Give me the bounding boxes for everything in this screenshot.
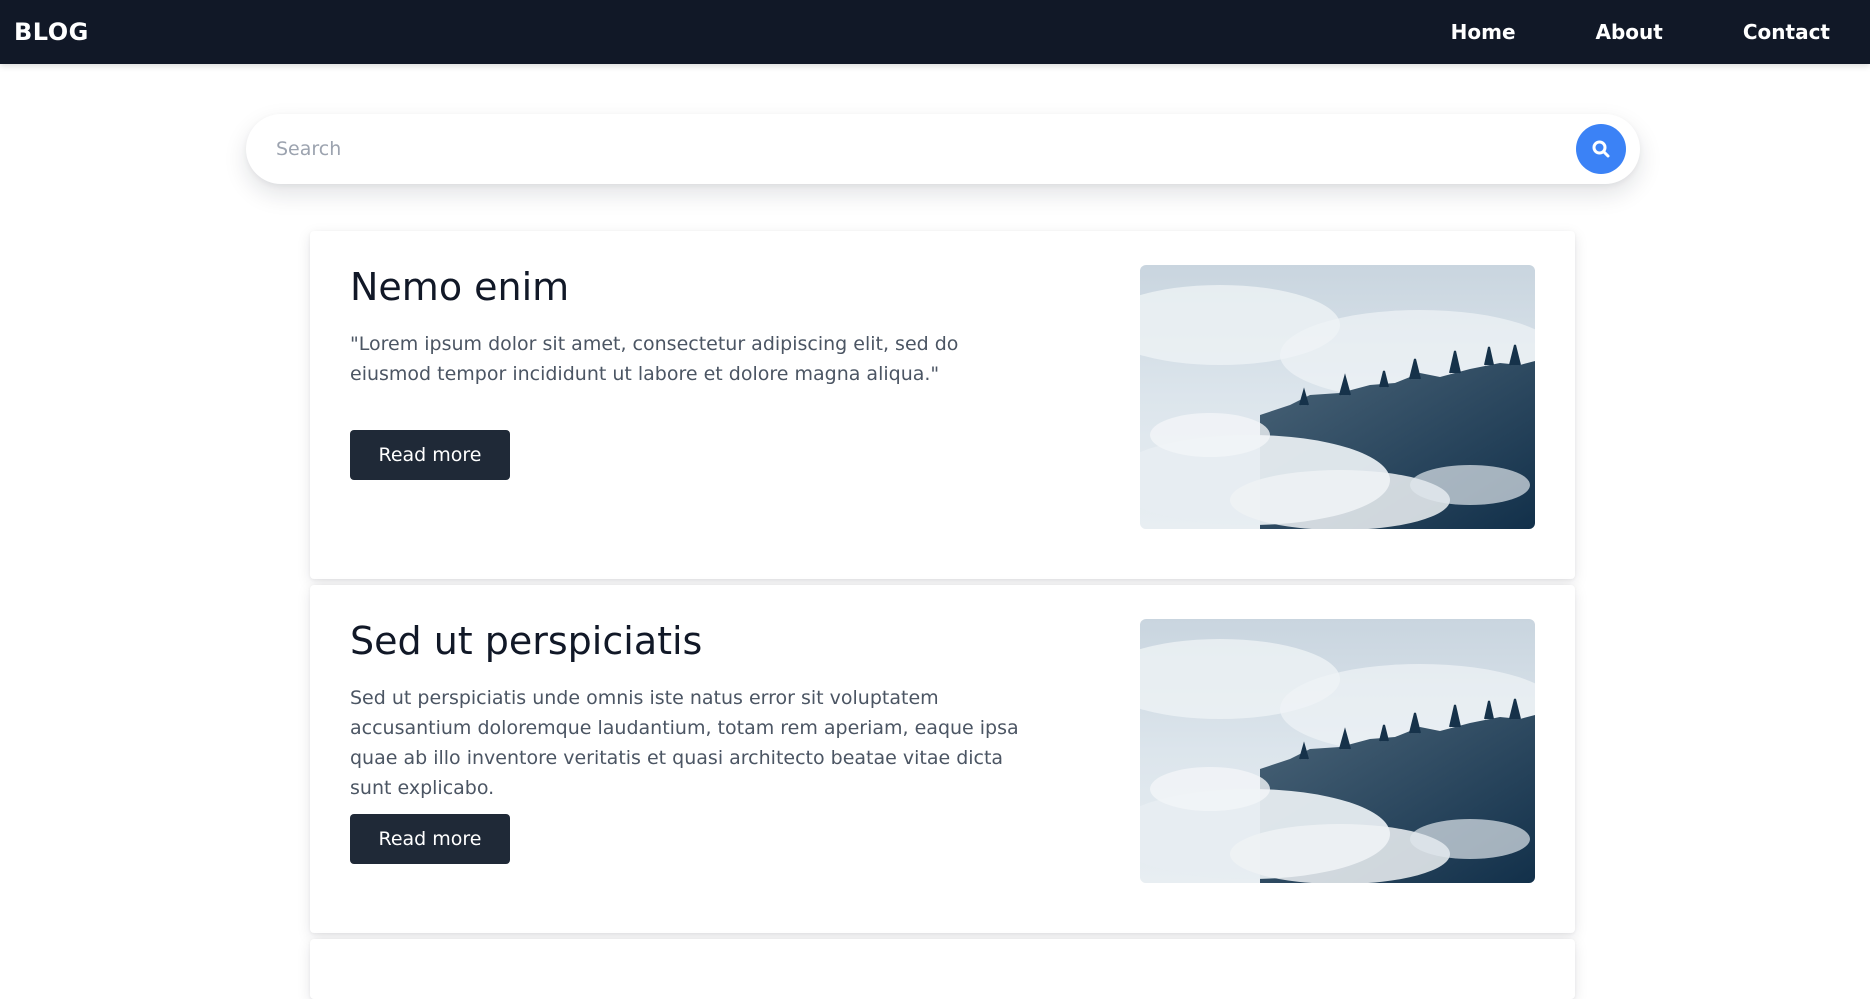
post-excerpt: "Lorem ipsum dolor sit amet, consectetur… bbox=[350, 332, 959, 385]
read-more-button[interactable]: Read more bbox=[350, 430, 510, 480]
nav-link-contact[interactable]: Contact bbox=[1743, 20, 1830, 44]
nav-links: Home About Contact bbox=[1371, 20, 1856, 44]
search-bar bbox=[246, 114, 1640, 184]
post-content: Nemo enim "Lorem ipsum dolor sit amet, c… bbox=[350, 265, 1030, 389]
nav-link-home[interactable]: Home bbox=[1451, 20, 1516, 44]
search-icon bbox=[1592, 140, 1610, 158]
read-more-button[interactable]: Read more bbox=[350, 814, 510, 864]
post-excerpt: Sed ut perspiciatis unde omnis iste natu… bbox=[350, 686, 1019, 799]
post-content: Sed ut perspiciatis Sed ut perspiciatis … bbox=[350, 619, 1030, 803]
search-button[interactable] bbox=[1576, 124, 1626, 174]
foggy-forest-image bbox=[1140, 619, 1535, 883]
post-title: Sed ut perspiciatis bbox=[350, 619, 703, 663]
nav-link-about[interactable]: About bbox=[1596, 20, 1663, 44]
search-input[interactable] bbox=[246, 114, 1576, 184]
post-title: Nemo enim bbox=[350, 265, 570, 309]
post-card: Sed ut perspiciatis Sed ut perspiciatis … bbox=[310, 585, 1575, 933]
post-card bbox=[310, 939, 1575, 999]
brand-logo[interactable]: BLOG bbox=[14, 18, 89, 46]
foggy-forest-image bbox=[1140, 265, 1535, 529]
top-navbar: BLOG Home About Contact bbox=[0, 0, 1870, 64]
post-card: Nemo enim "Lorem ipsum dolor sit amet, c… bbox=[310, 231, 1575, 579]
